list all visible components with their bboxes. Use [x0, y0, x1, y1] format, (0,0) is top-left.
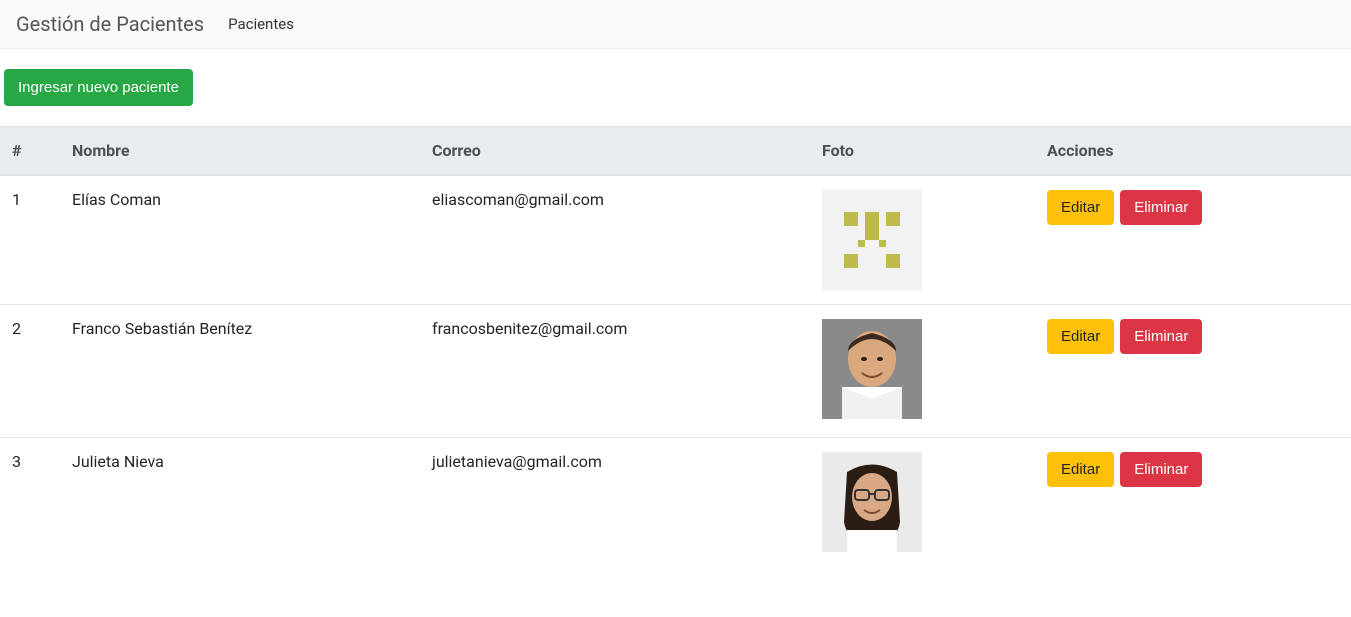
navbar-brand[interactable]: Gestión de Pacientes: [16, 12, 204, 36]
table-row: 2Franco Sebastián Benítezfrancosbenitez@…: [0, 305, 1351, 438]
new-patient-button[interactable]: Ingresar nuevo paciente: [4, 69, 193, 106]
cell-name: Elías Coman: [60, 175, 420, 305]
cell-photo: [810, 305, 1035, 438]
cell-photo: [810, 175, 1035, 305]
patients-table: # Nombre Correo Foto Acciones 1Elías Com…: [0, 126, 1351, 570]
avatar-icon: [822, 452, 922, 552]
patient-photo: [822, 190, 922, 290]
cell-email: julietanieva@gmail.com: [420, 438, 810, 571]
cell-photo: [810, 438, 1035, 571]
edit-button[interactable]: Editar: [1047, 190, 1114, 225]
main-container: Ingresar nuevo paciente # Nombre Correo …: [0, 49, 1351, 570]
table-header-row: # Nombre Correo Foto Acciones: [0, 127, 1351, 176]
cell-name: Julieta Nieva: [60, 438, 420, 571]
delete-button[interactable]: Eliminar: [1120, 452, 1202, 487]
navbar: Gestión de Pacientes Pacientes: [0, 0, 1351, 49]
cell-name: Franco Sebastián Benítez: [60, 305, 420, 438]
delete-button[interactable]: Eliminar: [1120, 319, 1202, 354]
cell-actions: EditarEliminar: [1035, 305, 1351, 438]
patient-photo: [822, 319, 922, 419]
cell-actions: EditarEliminar: [1035, 438, 1351, 571]
cell-index: 3: [0, 438, 60, 571]
cell-actions: EditarEliminar: [1035, 175, 1351, 305]
header-actions: Acciones: [1035, 127, 1351, 176]
patient-photo: [822, 452, 922, 552]
edit-button[interactable]: Editar: [1047, 452, 1114, 487]
table-row: 1Elías Comaneliascoman@gmail.com EditarEl…: [0, 175, 1351, 305]
header-name: Nombre: [60, 127, 420, 176]
identicon-icon: [837, 205, 907, 275]
table-row: 3Julieta Nievajulietanieva@gmail.com Edit…: [0, 438, 1351, 571]
header-index: #: [0, 127, 60, 176]
cell-index: 1: [0, 175, 60, 305]
header-photo: Foto: [810, 127, 1035, 176]
delete-button[interactable]: Eliminar: [1120, 190, 1202, 225]
avatar-icon: [822, 319, 922, 419]
cell-email: eliascoman@gmail.com: [420, 175, 810, 305]
header-email: Correo: [420, 127, 810, 176]
navbar-link-pacientes[interactable]: Pacientes: [228, 15, 294, 33]
cell-index: 2: [0, 305, 60, 438]
cell-email: francosbenitez@gmail.com: [420, 305, 810, 438]
edit-button[interactable]: Editar: [1047, 319, 1114, 354]
